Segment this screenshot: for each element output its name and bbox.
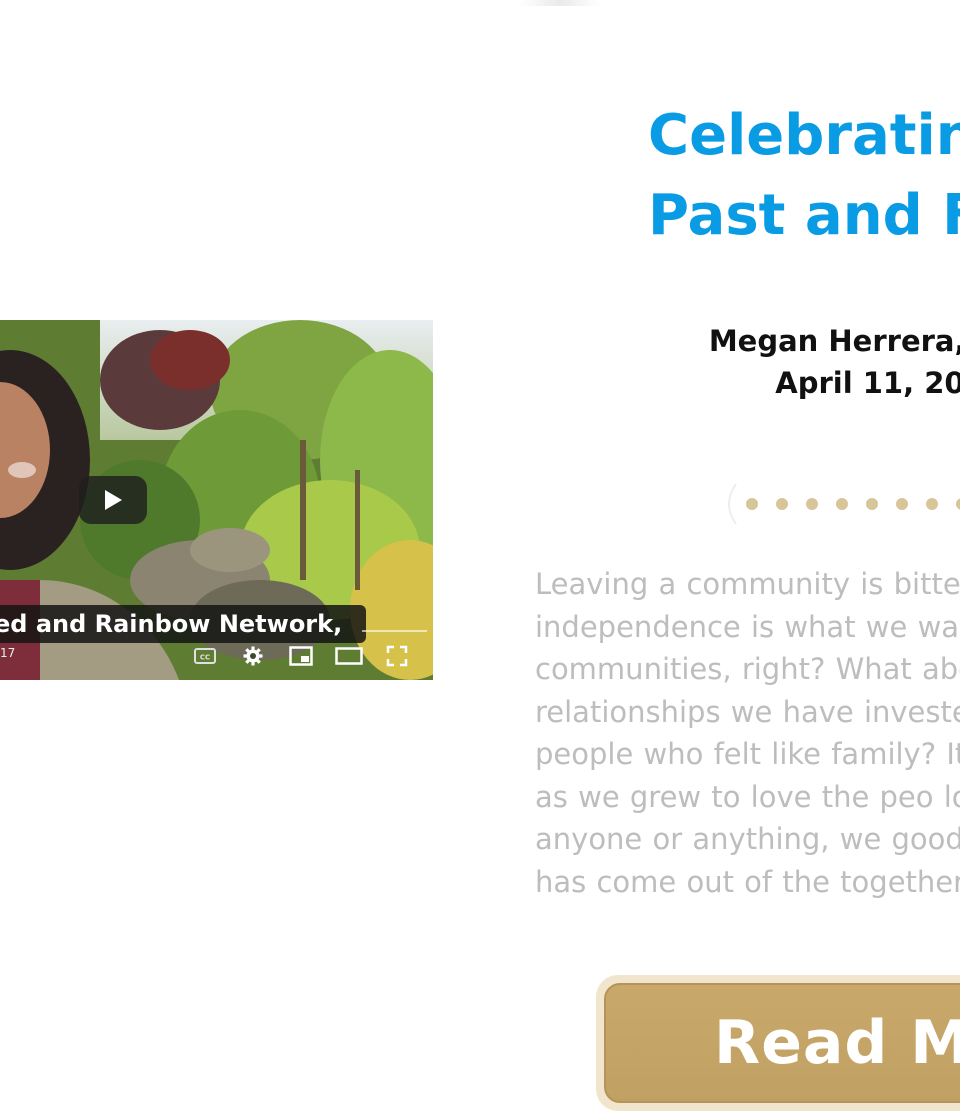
article-excerpt: Leaving a community is bitters independe… xyxy=(535,567,960,899)
read-more-button[interactable]: Read Mo xyxy=(596,975,960,1111)
video-player[interactable]: ed and Rainbow Network, 17 CC xyxy=(0,320,433,680)
gear-icon xyxy=(243,646,263,666)
article-title-line-2: Past and Fu xyxy=(648,183,960,248)
svg-text:CC: CC xyxy=(200,654,210,662)
cc-icon: CC xyxy=(194,648,216,664)
play-button[interactable] xyxy=(79,476,147,524)
article-title: Celebrating Past and Fu xyxy=(648,96,960,256)
article-page: ed and Rainbow Network, 17 CC Celebratin… xyxy=(0,0,960,1114)
article-title-line-1: Celebrating xyxy=(648,103,960,168)
miniplayer-button[interactable] xyxy=(286,642,316,670)
theater-icon xyxy=(335,647,363,665)
dots-divider xyxy=(728,483,960,525)
video-progress[interactable] xyxy=(362,630,427,632)
byline-author: Megan Herrera, Pr xyxy=(708,324,960,358)
settings-button[interactable] xyxy=(238,642,268,670)
miniplayer-icon xyxy=(289,646,313,666)
byline-date: April 11, 202 xyxy=(775,366,960,400)
fullscreen-button[interactable] xyxy=(382,642,412,670)
video-time: 17 xyxy=(0,646,16,660)
video-title: ed and Rainbow Network, xyxy=(0,610,343,638)
captions-button[interactable]: CC xyxy=(190,642,220,670)
byline: Megan Herrera, Pr April 11, 202 xyxy=(600,320,960,404)
theater-button[interactable] xyxy=(334,642,364,670)
video-title-bar[interactable]: ed and Rainbow Network, xyxy=(0,605,366,643)
play-icon xyxy=(105,490,122,510)
fullscreen-icon xyxy=(386,645,408,667)
top-divider xyxy=(520,0,600,6)
read-more-label: Read Mo xyxy=(604,983,960,1103)
